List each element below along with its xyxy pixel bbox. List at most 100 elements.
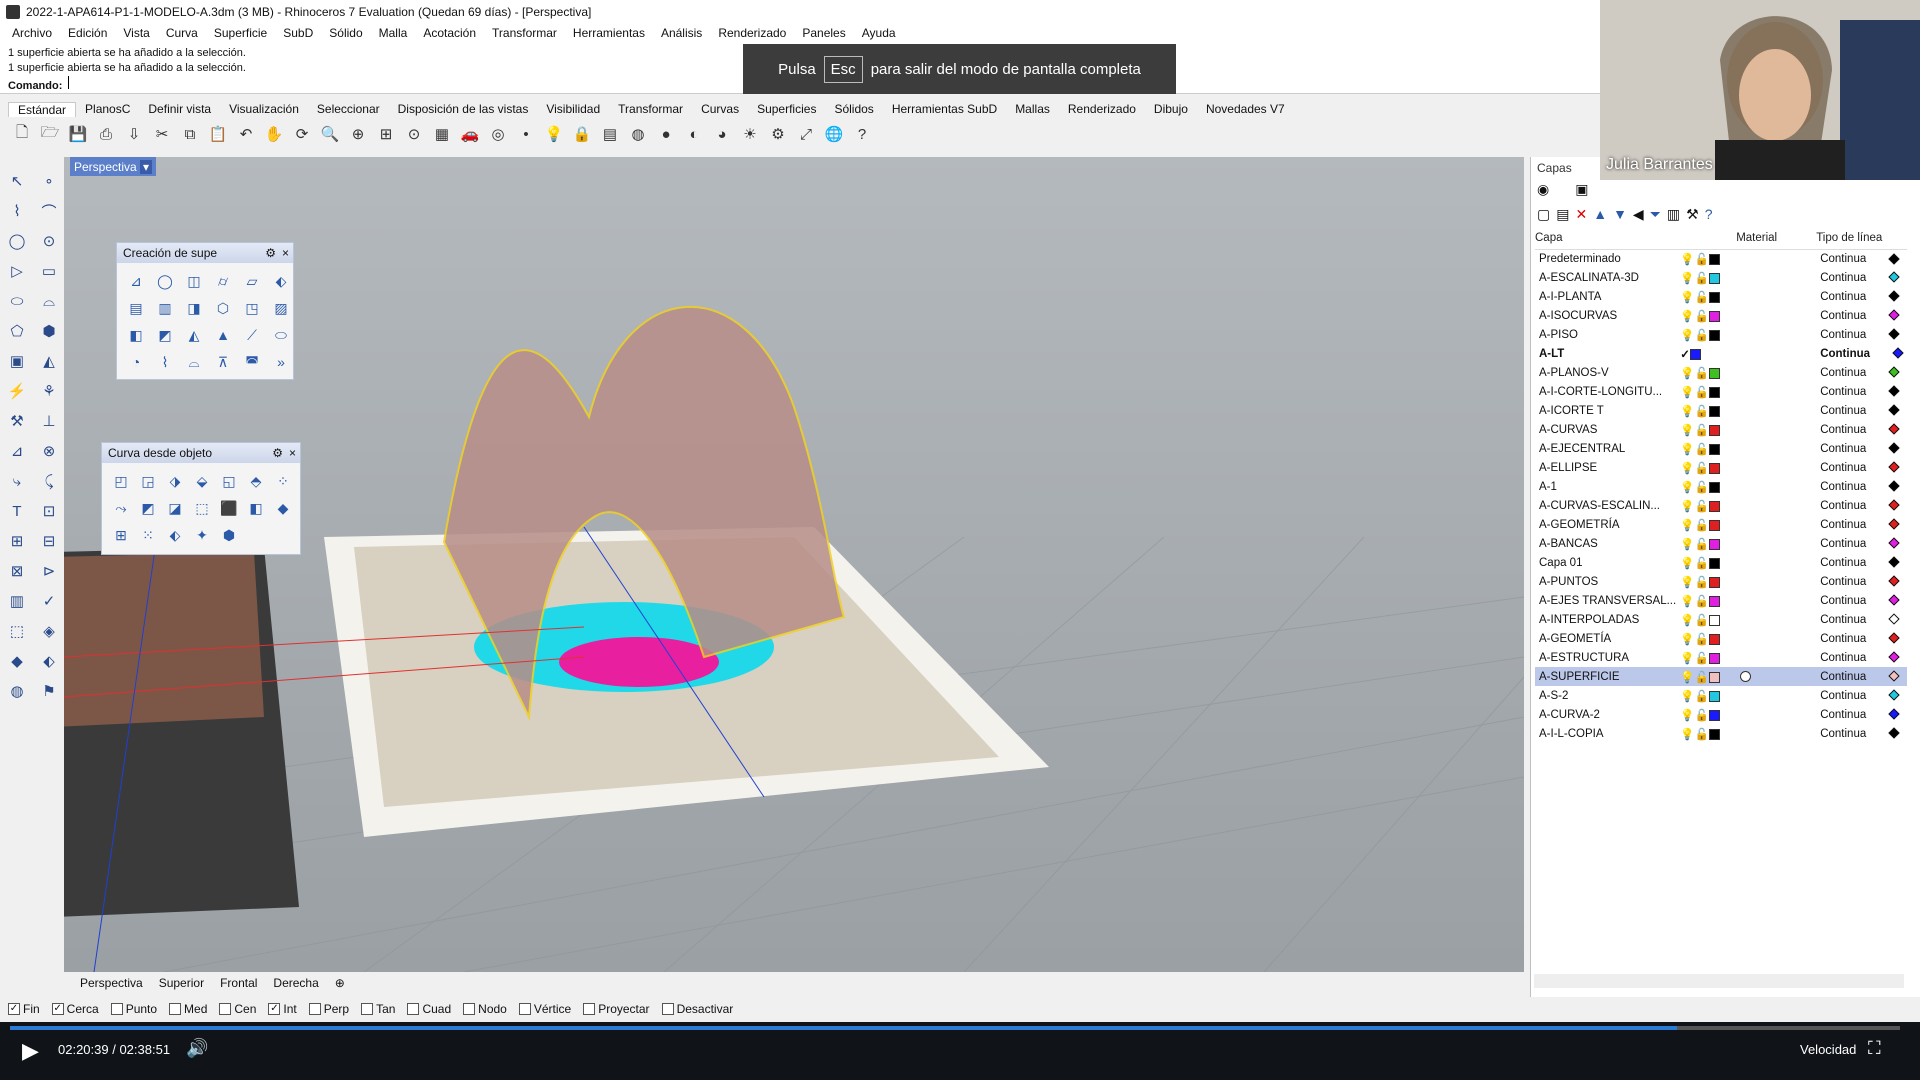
left-tool-icon[interactable]: ⬚	[4, 618, 30, 644]
layer-color-swatch[interactable]	[1708, 310, 1720, 322]
checkbox-icon[interactable]	[308, 1003, 321, 1015]
lightbulb-icon[interactable]: 💡	[1680, 615, 1694, 627]
print-color-icon[interactable]	[1888, 518, 1900, 531]
curve-tool-icon[interactable]: ⁘	[270, 469, 296, 493]
layer-row[interactable]: A-CURVAS-ESCALIN... 💡🔓 Continua	[1535, 496, 1907, 515]
help-icon[interactable]: ?	[1705, 206, 1713, 223]
padlock-icon[interactable]: 🔓	[1695, 444, 1709, 456]
layer-row[interactable]: A-PISO 💡🔓 Continua	[1535, 325, 1907, 344]
print-color-icon[interactable]	[1888, 404, 1900, 417]
lightbulb-icon[interactable]: 💡	[1680, 539, 1694, 551]
left-tool-icon[interactable]: ▥	[4, 588, 30, 614]
layer-color-swatch[interactable]	[1708, 386, 1720, 398]
curve-tool-icon[interactable]: ◪	[162, 496, 188, 520]
left-tool-icon[interactable]: ⬖	[36, 648, 62, 674]
tools-icon[interactable]: ⚒	[1686, 206, 1699, 223]
clipboard-icon[interactable]: ▥	[1667, 206, 1680, 223]
curve-tool-icon[interactable]: ✦	[189, 523, 215, 547]
checkbox-icon[interactable]	[463, 1003, 476, 1015]
checkbox-icon[interactable]	[169, 1003, 182, 1015]
padlock-icon[interactable]: 🔓	[1695, 425, 1709, 437]
layer-row[interactable]: A-PLANOS-V 💡🔓 Continua	[1535, 363, 1907, 382]
layers-hscrollbar[interactable]	[1534, 974, 1904, 988]
surface-tool-icon[interactable]: ◯	[152, 269, 178, 293]
toolbar-tab[interactable]: Novedades V7	[1197, 102, 1294, 116]
layer-row[interactable]: A-CURVAS 💡🔓 Continua	[1535, 420, 1907, 439]
layer-row[interactable]: A-ISOCURVAS 💡🔓 Continua	[1535, 306, 1907, 325]
surface-tool-icon[interactable]: ◧	[123, 323, 149, 347]
layer-color-swatch[interactable]	[1708, 671, 1720, 683]
left-tool-icon[interactable]: ◍	[4, 678, 30, 704]
left-tool-icon[interactable]: ⬢	[36, 318, 62, 344]
viewport-title-tab[interactable]: Perspectiva ▾	[70, 157, 156, 176]
surface-tool-icon[interactable]: ◭	[181, 323, 207, 347]
viewport-tab[interactable]: Superior	[151, 976, 212, 990]
print-color-icon[interactable]	[1888, 708, 1900, 721]
checkmark-icon[interactable]: ✓	[1680, 349, 1690, 361]
col-material[interactable]: Material	[1736, 227, 1817, 250]
toolbar-tab[interactable]: Seleccionar	[308, 102, 389, 116]
surface-creation-panel[interactable]: Creación de supe ⚙ × ⊿ ◯ ◫ ⌭ ▱ ⬖ ▤ ▥ ◨ ⬡ ◳ ▨ ◧ ◩ ◭ ▲ ⟋ ⬭ ◔ ⌇…	[116, 242, 294, 380]
print-color-icon[interactable]	[1888, 575, 1900, 588]
grid-icon[interactable]: ▦	[430, 122, 454, 146]
lightbulb-icon[interactable]: 💡	[1680, 520, 1694, 532]
surface-tool-icon[interactable]: ⟋	[239, 323, 265, 347]
padlock-icon[interactable]: 🔓	[1695, 273, 1709, 285]
toolbar-tab[interactable]: Dibujo	[1145, 102, 1197, 116]
surface-tool-icon[interactable]: ⌭	[210, 269, 236, 293]
render-icon[interactable]: ◕	[710, 122, 734, 146]
col-linetype[interactable]: Tipo de línea	[1816, 227, 1907, 250]
checkbox-icon[interactable]	[661, 1003, 674, 1015]
zoom-selected-icon[interactable]: ⊙	[402, 122, 426, 146]
layer-row[interactable]: A-LT ✓ Continua	[1535, 344, 1907, 363]
lightbulb-icon[interactable]: 💡	[1680, 672, 1694, 684]
curve-tool-icon[interactable]: ◰	[108, 469, 134, 493]
layer-row[interactable]: Capa 01 💡🔓 Continua	[1535, 553, 1907, 572]
layer-color-swatch[interactable]	[1708, 462, 1720, 474]
padlock-icon[interactable]: 🔓	[1695, 596, 1709, 608]
left-tool-icon[interactable]: ⚒	[4, 408, 30, 434]
layer-color-swatch[interactable]	[1708, 576, 1720, 588]
filter-icon[interactable]: ⏷	[1650, 206, 1661, 223]
open-icon[interactable]: 🗁	[38, 122, 62, 146]
help-icon[interactable]: ?	[850, 122, 874, 146]
surface-tool-icon[interactable]: ◩	[152, 323, 178, 347]
left-tool-icon[interactable]: ⤷	[4, 468, 30, 494]
layer-color-swatch[interactable]	[1708, 728, 1720, 740]
undo-icon[interactable]: ↶	[234, 122, 258, 146]
left-tool-icon[interactable]: ⊠	[4, 558, 30, 584]
left-tool-icon[interactable]: ▷	[4, 258, 30, 284]
gear-icon[interactable]: ⚙	[272, 446, 283, 460]
surface-tool-icon[interactable]: ⬭	[268, 323, 294, 347]
layer-color-swatch[interactable]	[1708, 500, 1720, 512]
light-icon[interactable]: 💡	[542, 122, 566, 146]
padlock-icon[interactable]: 🔓	[1695, 311, 1709, 323]
toolbar-tab[interactable]: Renderizado	[1059, 102, 1145, 116]
point-icon[interactable]: •	[514, 122, 538, 146]
osnap-cuad[interactable]: Cuad	[407, 1002, 451, 1016]
osnap-med[interactable]: Med	[169, 1002, 207, 1016]
lightbulb-icon[interactable]: 💡	[1680, 368, 1694, 380]
layer-color-swatch[interactable]	[1708, 690, 1720, 702]
curve-tool-icon[interactable]: ⬢	[216, 523, 242, 547]
surface-tool-icon[interactable]: ◫	[181, 269, 207, 293]
left-tool-icon[interactable]: ⬭	[4, 288, 30, 314]
print-color-icon[interactable]	[1888, 328, 1900, 341]
checkbox-icon[interactable]: ✓	[268, 1003, 281, 1015]
print-color-icon[interactable]	[1888, 537, 1900, 550]
curve-from-object-panel[interactable]: Curva desde objeto ⚙ × ◰ ◲ ⬗ ⬙ ◱ ⬘ ⁘ ⤳ ◩ ◪ ⬚ ⬛ ◧ ◆ ⊞ ⁙ ⬖ ✦…	[101, 442, 301, 555]
toolbar-tab[interactable]: PlanosC	[76, 102, 139, 116]
save-icon[interactable]: 💾	[66, 122, 90, 146]
print-color-icon[interactable]	[1888, 727, 1900, 740]
osnap-cerca[interactable]: ✓ Cerca	[51, 1002, 99, 1016]
menu-item[interactable]: Herramientas	[565, 26, 653, 40]
left-tool-icon[interactable]: ▣	[4, 348, 30, 374]
command-input[interactable]	[68, 76, 668, 89]
zoom-window-icon[interactable]: ⊕	[346, 122, 370, 146]
padlock-icon[interactable]: 🔓	[1695, 558, 1709, 570]
left-tool-icon[interactable]: ⚑	[36, 678, 62, 704]
menu-item[interactable]: Vista	[115, 26, 157, 40]
layer-row[interactable]: A-SUPERFICIE 💡🔓 Continua	[1535, 667, 1907, 686]
padlock-icon[interactable]: 🔓	[1695, 520, 1709, 532]
layer-row[interactable]: A-EJECENTRAL 💡🔓 Continua	[1535, 439, 1907, 458]
